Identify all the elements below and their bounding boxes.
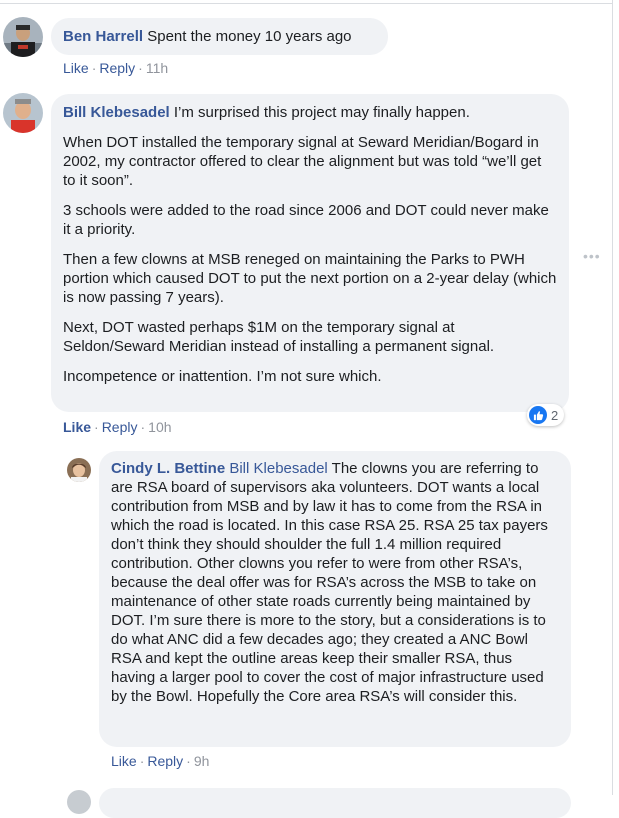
comment-timestamp[interactable]: 11h (146, 60, 168, 76)
reaction-count: 2 (551, 407, 559, 423)
comment-paragraph: Next, DOT wasted perhaps $1M on the temp… (63, 319, 495, 355)
avatar[interactable] (3, 17, 43, 57)
like-link[interactable]: Like (63, 419, 91, 435)
feed-top-border (0, 0, 612, 4)
comment-author[interactable]: Ben Harrell (63, 28, 143, 45)
comment-bubble (99, 788, 571, 818)
thumbs-up-icon (529, 406, 547, 424)
mention-link[interactable]: Bill Klebesadel (229, 460, 327, 477)
comment-paragraph: Incompetence or inattention. I’m not sur… (63, 368, 382, 385)
comment-timestamp[interactable]: 10h (148, 419, 171, 435)
comment-author[interactable]: Cindy L. Bettine (111, 460, 225, 477)
avatar[interactable] (67, 458, 91, 482)
avatar[interactable] (3, 93, 43, 133)
comment-paragraph: When DOT installed the temporary signal … (63, 134, 542, 189)
comment-timestamp[interactable]: 9h (194, 753, 210, 769)
reply-link[interactable]: Reply (147, 753, 183, 769)
comment-bubble: Ben Harrell Spent the money 10 years ago (51, 18, 388, 55)
comment-actions: Like · Reply · 10h (63, 419, 172, 435)
comment-text: Spent the money 10 years ago (147, 28, 352, 45)
more-options-icon[interactable]: ••• (583, 248, 601, 264)
comment-actions: Like · Reply · 9h (111, 753, 210, 769)
comment-bubble: Cindy L. Bettine Bill Klebesadel The clo… (99, 451, 571, 747)
reply-link[interactable]: Reply (99, 60, 135, 76)
avatar[interactable] (67, 790, 91, 814)
comment-paragraph: Then a few clowns at MSB reneged on main… (63, 251, 557, 306)
feed-right-border (612, 0, 613, 795)
comment-paragraph: 3 schools were added to the road since 2… (63, 202, 549, 238)
comment-paragraph: I’m surprised this project may finally h… (173, 104, 470, 121)
like-link[interactable]: Like (63, 60, 89, 76)
comment-actions: Like · Reply · 11h (63, 60, 169, 76)
like-link[interactable]: Like (111, 753, 137, 769)
reply-link[interactable]: Reply (102, 419, 138, 435)
comment-bubble: Bill Klebesadel I’m surprised this proje… (51, 94, 569, 412)
comment-author[interactable]: Bill Klebesadel (63, 104, 170, 121)
reaction-summary[interactable]: 2 (527, 404, 565, 426)
comment-text: The clowns you are referring to are RSA … (111, 460, 548, 705)
